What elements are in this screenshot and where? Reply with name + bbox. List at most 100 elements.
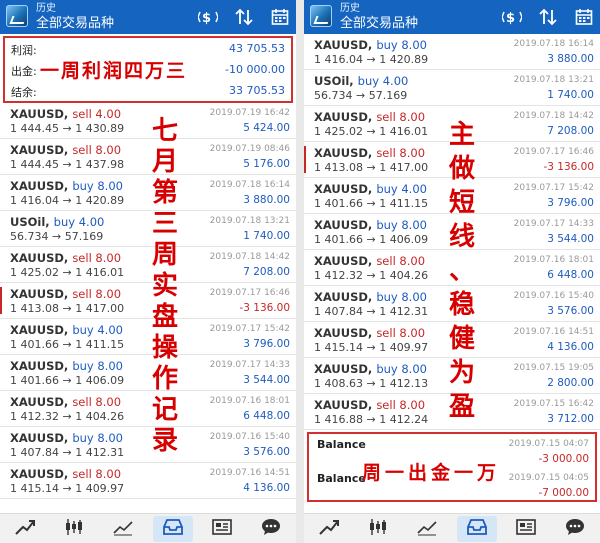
candles-icon [367,518,389,540]
trade-prices: 1 444.45 → 1 437.98 [10,158,125,171]
trade-row[interactable]: XAUUSD, sell 8.00 1 415.14 → 1 409.97 2019… [0,463,296,499]
trade-profit: 3 544.00 [243,374,290,386]
symbol-name: XAUUSD, [314,398,373,412]
trade-symbol: XAUUSD, buy 8.00 [10,431,123,445]
right-screen: 历史 全部交易品种 $ XAUUSD, buy 8.00 1 416.04 → 1… [304,0,600,543]
symbol-name: XAUUSD, [10,179,69,193]
trade-prices: 1 416.88 → 1 412.24 [314,413,429,426]
symbol-name: XAUUSD, [314,254,373,268]
trade-prices: 1 425.02 → 1 416.01 [10,266,125,279]
trade-profit: 3 796.00 [547,197,594,209]
trade-side: buy 4.00 [376,182,427,196]
calendar-icon[interactable] [268,6,292,28]
trade-symbol: XAUUSD, buy 8.00 [314,218,427,232]
trade-profit: 3 880.00 [547,53,594,65]
trade-symbol: XAUUSD, sell 8.00 [10,251,121,265]
nav-trade[interactable] [103,516,143,542]
nav-chat[interactable] [251,516,291,542]
trade-symbol: XAUUSD, sell 8.00 [314,110,425,124]
currency-filter-icon[interactable]: $ [500,6,524,28]
trade-profit: 3 796.00 [243,338,290,350]
chat-icon [564,518,586,540]
balance-date: 2019.07.15 04:05 [508,473,589,483]
trade-symbol: XAUUSD, sell 8.00 [314,398,425,412]
sort-icon[interactable] [536,6,560,28]
trade-profit: 7 208.00 [243,266,290,278]
nav-news[interactable] [202,516,242,542]
nav-chart[interactable] [358,516,398,542]
symbol-name: XAUUSD, [314,362,373,376]
symbol-filter-title[interactable]: 全部交易品种 [340,16,418,31]
nav-quotes[interactable] [5,516,45,542]
trade-prices: 1 413.08 → 1 417.00 [314,161,429,174]
trade-side: sell 8.00 [376,146,426,160]
trade-date: 2019.07.16 18:01 [209,396,290,406]
nav-chart[interactable] [54,516,94,542]
symbol-name: XAUUSD, [10,251,69,265]
trade-prices: 56.734 → 57.169 [10,230,104,243]
trade-date: 2019.07.17 14:33 [209,360,290,370]
trade-profit: -3 136.00 [543,161,594,173]
trade-prices: 1 415.14 → 1 409.97 [314,341,429,354]
trade-date: 2019.07.18 16:14 [513,39,594,49]
trade-symbol: XAUUSD, sell 8.00 [10,143,121,157]
trade-symbol: XAUUSD, buy 4.00 [314,182,427,196]
trade-side: buy 8.00 [376,362,427,376]
symbol-filter-title[interactable]: 全部交易品种 [36,16,114,31]
summary-value: 43 705.53 [229,42,285,55]
nav-history[interactable] [456,515,497,542]
nav-history[interactable] [152,515,193,542]
trade-side: sell 8.00 [72,251,122,265]
summary-label: 结余: [11,86,37,99]
sort-icon[interactable] [232,6,256,28]
trade-prices: 1 401.66 → 1 411.15 [314,197,429,210]
trade-prices: 1 401.66 → 1 406.09 [10,374,125,387]
annotation-week-record: 七月第三周实盘操作记录 [148,116,182,457]
trade-date: 2019.07.16 15:40 [209,432,290,442]
chart-icon [416,518,438,540]
symbol-name: XAUUSD, [10,431,69,445]
nav-chat[interactable] [555,516,595,542]
app-logo-icon [310,5,332,27]
summary-value: -10 000.00 [225,63,285,76]
trade-side: sell 8.00 [72,287,122,301]
trade-symbol: XAUUSD, buy 8.00 [314,290,427,304]
trade-profit: 3 576.00 [547,305,594,317]
trend-icon [318,518,340,540]
summary-label: 利润: [11,44,37,57]
trade-prices: 1 412.32 → 1 404.26 [10,410,125,423]
trade-row[interactable]: USOil, buy 4.00 56.734 → 57.169 2019.07.18… [304,70,600,106]
summary-label: 出金: [11,65,37,78]
trade-symbol: USOil, buy 4.00 [314,74,408,88]
trade-profit: 6 448.00 [547,269,594,281]
trade-date: 2019.07.18 14:42 [513,111,594,121]
app-topbar: 历史 全部交易品种 $ [0,0,296,34]
nav-quotes[interactable] [309,516,349,542]
trade-prices: 1 407.84 → 1 412.31 [314,305,429,318]
trade-row[interactable]: XAUUSD, buy 8.00 1 416.04 → 1 420.89 2019.… [304,34,600,70]
annotation-strategy: 主做短线、稳健为盈 [442,118,482,424]
symbol-name: XAUUSD, [10,107,69,121]
trade-symbol: XAUUSD, sell 8.00 [10,395,121,409]
trade-date: 2019.07.17 16:46 [209,288,290,298]
trade-profit: 6 448.00 [243,410,290,422]
calendar-icon[interactable] [572,6,596,28]
balance-label: Balance [317,438,366,451]
trade-date: 2019.07.17 15:42 [209,324,290,334]
trade-profit: 4 136.00 [243,482,290,494]
trade-profit: -3 136.00 [239,302,290,314]
trade-prices: 1 401.66 → 1 411.15 [10,338,125,351]
nav-news[interactable] [506,516,546,542]
trade-side: buy 8.00 [376,290,427,304]
symbol-name: USOil, [10,215,50,229]
symbol-name: XAUUSD, [10,359,69,373]
chat-icon [260,518,282,540]
left-screen: 历史 全部交易品种 $ 利润: 43 705.53 出金: -10 000.00… [0,0,296,543]
nav-trade[interactable] [407,516,447,542]
symbol-name: XAUUSD, [10,323,69,337]
chart-icon [112,518,134,540]
trade-symbol: XAUUSD, buy 8.00 [314,38,427,52]
summary-row-balance: 结余: 33 705.53 [5,80,291,101]
currency-filter-icon[interactable]: $ [196,6,220,28]
news-icon [515,518,537,540]
